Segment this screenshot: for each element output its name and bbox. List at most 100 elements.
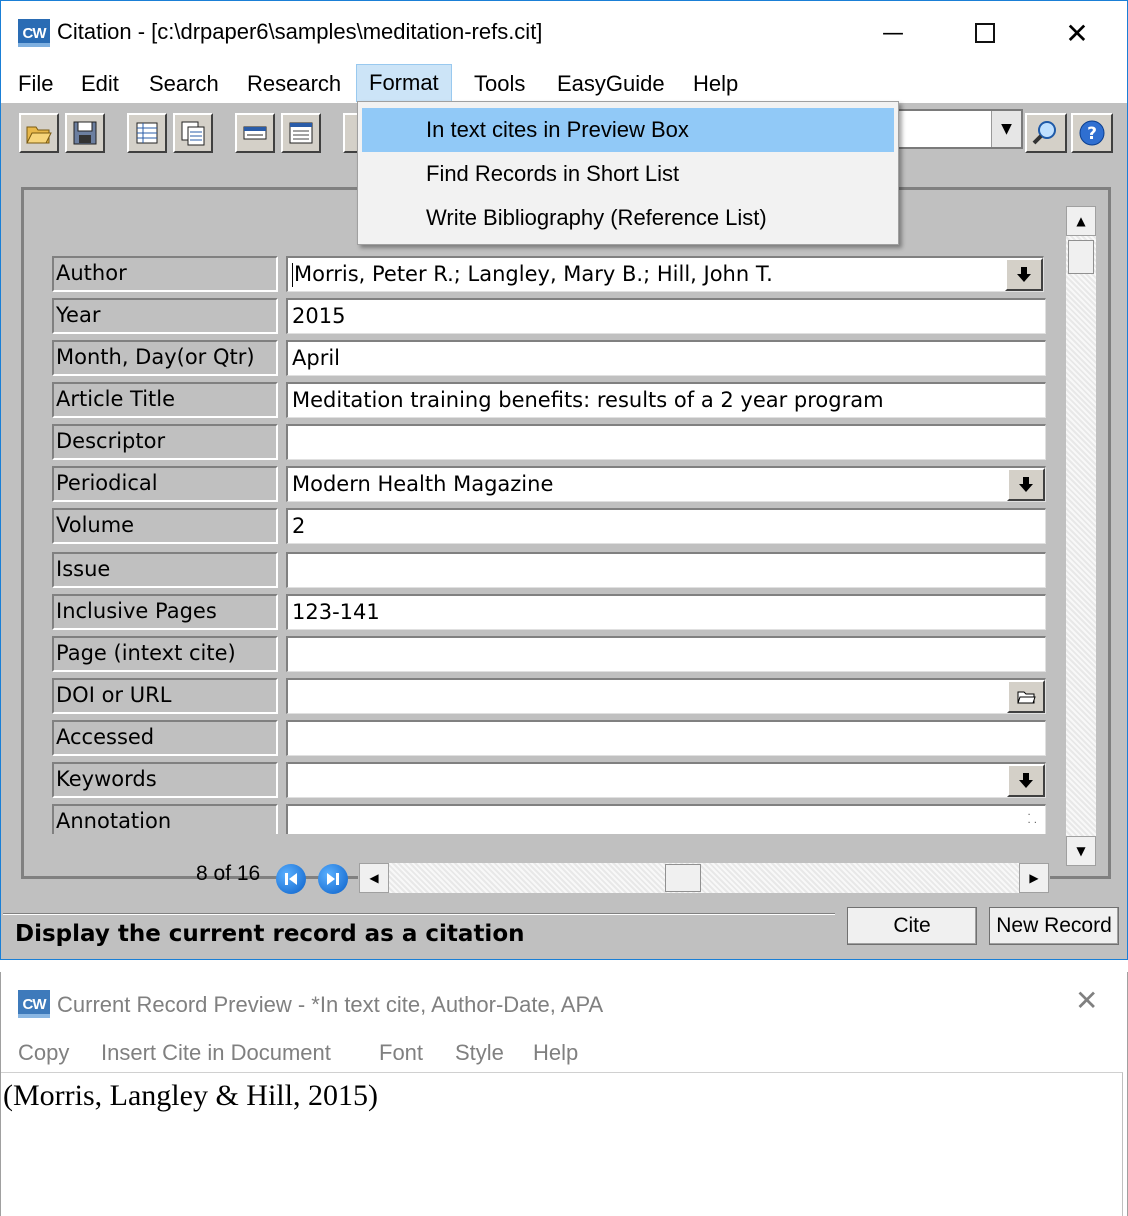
help-button[interactable]: ? (1071, 113, 1113, 153)
field-label-article-title: Article Title (52, 382, 278, 418)
open-folder-icon (26, 126, 52, 144)
cite-button[interactable]: Cite (847, 907, 977, 945)
author-field-value: Morris, Peter R.; Langley, Mary B.; Hill… (294, 262, 773, 286)
previous-record-icon (285, 873, 297, 885)
menu-search[interactable]: Search (143, 67, 225, 101)
scroll-left-arrow-icon[interactable]: ◀ (359, 863, 389, 893)
save-button[interactable] (65, 113, 105, 153)
arrow-down-icon (1019, 476, 1033, 492)
preview-content-area[interactable]: (Morris, Langley & Hill, 2015) (1, 1072, 1123, 1216)
month-field[interactable]: April (286, 340, 1046, 376)
arrow-down-icon (1019, 772, 1033, 788)
minimize-field-button[interactable] (235, 113, 275, 153)
menu-file[interactable]: File (12, 67, 59, 101)
preview-menu-copy[interactable]: Copy (18, 1040, 69, 1066)
keywords-field[interactable] (286, 762, 1046, 798)
accessed-field[interactable] (286, 720, 1046, 756)
field-label-annotation: Annotation (52, 804, 278, 834)
menu-help[interactable]: Help (687, 67, 744, 101)
scroll-down-arrow-icon[interactable]: ▼ (1066, 836, 1096, 866)
preview-window-title: Current Record Preview - *In text cite, … (57, 992, 604, 1017)
next-record-button[interactable] (318, 864, 348, 894)
chevron-down-icon[interactable]: ▼ (991, 111, 1021, 147)
svg-text:?: ? (1087, 124, 1097, 144)
menu-item-write-bibliography[interactable]: Write Bibliography (Reference List) (362, 196, 894, 240)
vertical-scrollbar[interactable]: ▲ ▼ (1066, 206, 1096, 866)
field-label-volume: Volume (52, 508, 278, 544)
menu-edit[interactable]: Edit (75, 67, 125, 101)
doi-url-field[interactable] (286, 678, 1046, 714)
list-view-icon (136, 122, 158, 144)
annotation-field[interactable]: · · · (286, 804, 1046, 834)
open-folder-button[interactable] (19, 113, 59, 153)
form-view-icon (289, 122, 313, 144)
field-label-page-intext: Page (intext cite) (52, 636, 278, 672)
form-view-button[interactable] (281, 113, 321, 153)
record-counter: 8 of 16 (196, 862, 261, 885)
preview-close-button[interactable]: ✕ (1075, 984, 1098, 1017)
scroll-up-arrow-icon[interactable]: ▲ (1066, 206, 1096, 236)
page-intext-field[interactable] (286, 636, 1046, 672)
field-label-descriptor: Descriptor (52, 424, 278, 460)
maximize-icon (975, 23, 995, 43)
periodical-dropdown-button[interactable] (1007, 468, 1045, 501)
periodical-field[interactable]: Modern Health Magazine (286, 466, 1046, 502)
zoom-button[interactable] (1025, 113, 1067, 153)
periodical-field-value: Modern Health Magazine (292, 472, 554, 496)
save-disk-icon (73, 121, 97, 145)
citation-preview-text: (Morris, Langley & Hill, 2015) (3, 1079, 378, 1112)
year-field[interactable]: 2015 (286, 298, 1046, 334)
field-label-keywords: Keywords (52, 762, 278, 798)
issue-field[interactable] (286, 552, 1046, 588)
text-caret (292, 263, 293, 287)
zoom-icon (1032, 121, 1056, 145)
author-field[interactable]: Morris, Peter R.; Langley, Mary B.; Hill… (286, 256, 1044, 292)
menu-format[interactable]: Format (356, 64, 452, 102)
list-view-button[interactable] (127, 113, 167, 153)
article-title-field[interactable]: Meditation training benefits: results of… (286, 382, 1046, 418)
field-label-periodical: Periodical (52, 466, 278, 502)
horizontal-scrollbar[interactable]: ◀ ▶ (358, 862, 1050, 894)
resize-grip-icon: · · · (1027, 810, 1037, 829)
menu-item-find-records[interactable]: Find Records in Short List (362, 152, 894, 196)
preview-app-logo: CW (18, 990, 50, 1018)
new-record-button[interactable]: New Record (989, 907, 1119, 945)
previous-record-button[interactable] (276, 864, 306, 894)
menu-tools[interactable]: Tools (468, 67, 531, 101)
menu-item-in-text-cites[interactable]: In text cites in Preview Box (362, 108, 894, 152)
copy-record-icon (181, 121, 205, 146)
author-dropdown-button[interactable] (1005, 258, 1043, 291)
field-label-accessed: Accessed (52, 720, 278, 756)
field-label-issue: Issue (52, 552, 278, 588)
arrow-down-icon (1017, 266, 1031, 282)
field-label-author: Author (52, 256, 278, 292)
window-title: Citation - [c:\drpaper6\samples\meditati… (57, 19, 543, 44)
preview-menu-font[interactable]: Font (379, 1040, 423, 1066)
copy-record-button[interactable] (173, 113, 213, 153)
citation-main-window: CW Citation - [c:\drpaper6\samples\medit… (0, 0, 1128, 960)
preview-menu-help[interactable]: Help (533, 1040, 578, 1066)
maximize-button[interactable] (955, 11, 1015, 55)
field-label-year: Year (52, 298, 278, 334)
status-text: Display the current record as a citation (15, 921, 525, 947)
scroll-right-arrow-icon[interactable]: ▶ (1019, 863, 1049, 893)
title-bar[interactable]: CW Citation - [c:\drpaper6\samples\medit… (1, 1, 1127, 63)
field-label-inclusive-pages: Inclusive Pages (52, 594, 278, 630)
menu-research[interactable]: Research (241, 67, 347, 101)
preview-window: CW Current Record Preview - *In text cit… (0, 972, 1128, 1216)
vertical-scroll-thumb[interactable] (1068, 240, 1094, 274)
volume-field[interactable]: 2 (286, 508, 1046, 544)
toolbar-partial-button[interactable] (343, 113, 357, 153)
doi-browse-button[interactable] (1007, 680, 1045, 713)
minimize-button[interactable]: — (863, 11, 923, 55)
status-divider (3, 913, 835, 915)
menu-easyguide[interactable]: EasyGuide (551, 67, 671, 101)
horizontal-scroll-thumb[interactable] (665, 864, 701, 892)
close-button[interactable]: ✕ (1047, 11, 1107, 55)
minimize-field-icon (243, 126, 267, 140)
inclusive-pages-field[interactable]: 123-141 (286, 594, 1046, 630)
preview-menu-insert-cite[interactable]: Insert Cite in Document (101, 1040, 331, 1066)
preview-menu-style[interactable]: Style (455, 1040, 504, 1066)
descriptor-field[interactable] (286, 424, 1046, 460)
keywords-dropdown-button[interactable] (1007, 764, 1045, 797)
